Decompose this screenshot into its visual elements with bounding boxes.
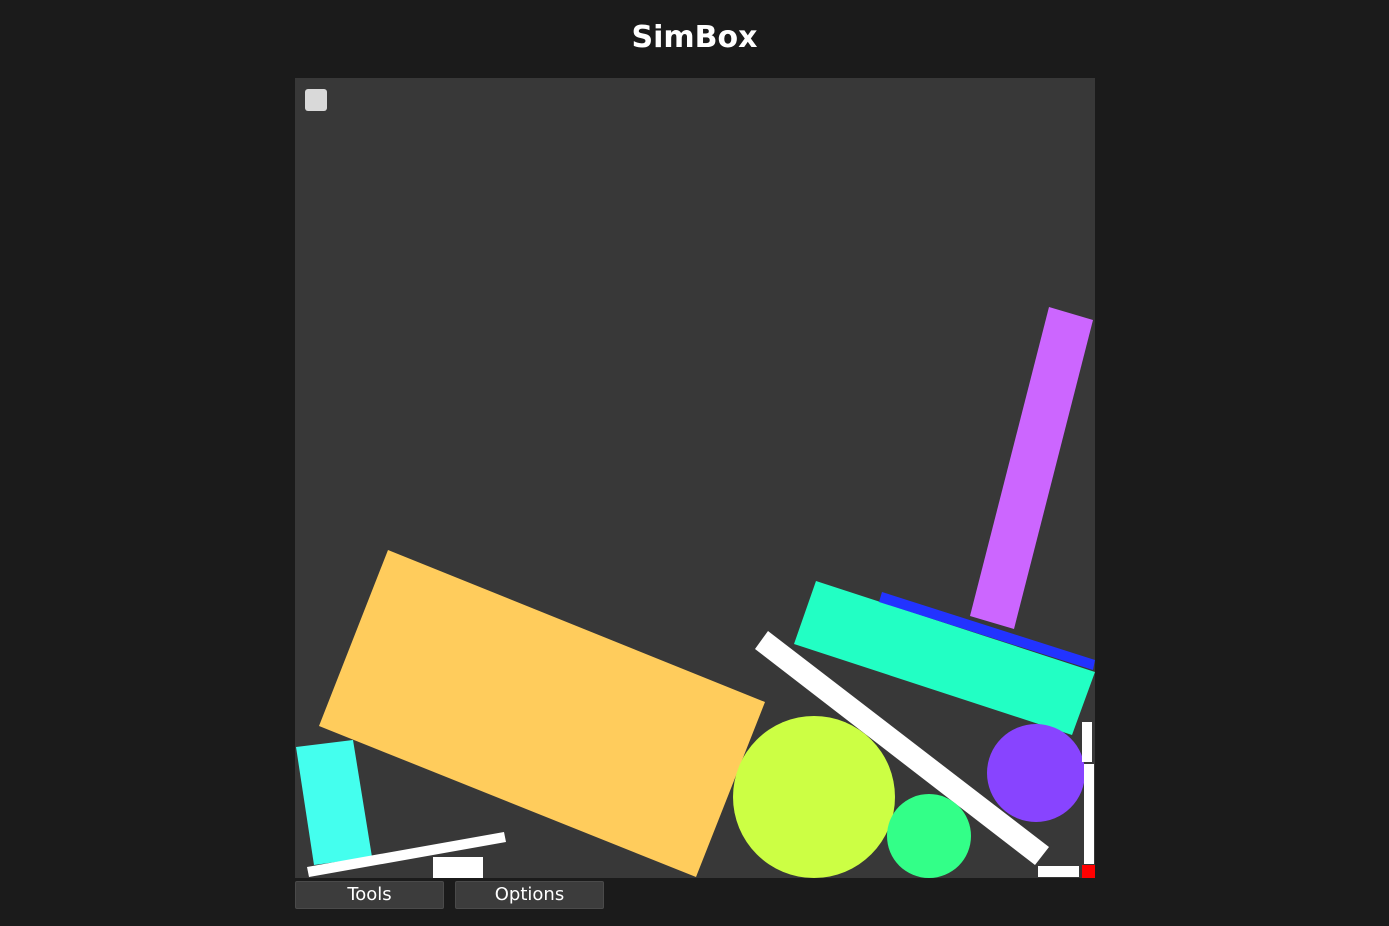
tools-button[interactable]: Tools — [295, 881, 444, 909]
lime-ball[interactable] — [733, 716, 895, 878]
red-marker[interactable] — [1082, 865, 1095, 878]
white-post-lower[interactable] — [1084, 764, 1094, 864]
white-block-small[interactable] — [433, 857, 483, 878]
violet-pillar[interactable] — [970, 307, 1093, 629]
white-bar-bottom-right[interactable] — [1038, 866, 1079, 877]
options-button[interactable]: Options — [455, 881, 604, 909]
white-post-upper[interactable] — [1082, 722, 1092, 762]
simulation-scene[interactable] — [295, 78, 1095, 878]
cyan-block[interactable] — [296, 740, 372, 865]
simulation-canvas[interactable] — [295, 78, 1095, 878]
purple-ball[interactable] — [987, 724, 1085, 822]
pause-toggle-button[interactable] — [305, 89, 327, 111]
orange-box[interactable] — [319, 550, 765, 877]
app-title: SimBox — [631, 20, 758, 55]
green-ball[interactable] — [887, 794, 971, 878]
